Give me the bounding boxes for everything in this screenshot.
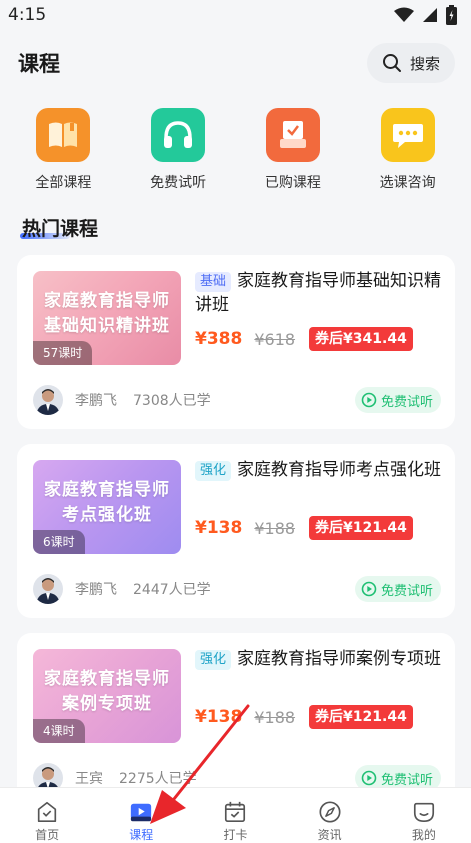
coupon-price: 券后¥341.44 <box>309 327 413 351</box>
page-title: 课程 <box>18 52 60 76</box>
compass-icon <box>319 801 341 823</box>
tab-home[interactable]: 首页 <box>0 788 94 843</box>
search-label: 搜索 <box>409 54 440 73</box>
header: 课程 搜索 <box>0 38 471 88</box>
teacher-name: 李鹏飞 <box>75 582 117 598</box>
original-price: ¥188 <box>254 518 296 538</box>
search-button[interactable]: 搜索 <box>367 43 455 83</box>
coupon-price: 券后¥121.44 <box>309 705 413 729</box>
free-trial-button[interactable]: 免费试听 <box>354 576 441 602</box>
teacher-row: 李鹏飞 2447人已学 免费试听 <box>33 574 441 604</box>
quick-menu: 全部课程 免费试听 已购课程 选课咨询 <box>0 108 471 198</box>
avatar <box>33 574 63 604</box>
tab-checkin[interactable]: 打卡 <box>188 788 282 843</box>
course-title: 基础 家庭教育指导师基础知识精讲班 <box>195 271 442 315</box>
course-card[interactable]: 家庭教育指导师 基础知识精讲班 57课时 基础 家庭教育指导师基础知识精讲班 ¥38… <box>17 255 455 429</box>
course-card[interactable]: 家庭教育指导师 案例专项班 4课时 强化 家庭教育指导师案例专项班 ¥138 ¥18… <box>17 633 455 807</box>
price-row: ¥388 ¥618 券后¥341.44 <box>195 327 413 351</box>
learner-count: 7308人已学 <box>133 393 211 409</box>
course-thumbnail: 家庭教育指导师 基础知识精讲班 57课时 <box>33 271 181 365</box>
price: ¥138 <box>195 518 243 538</box>
lessons-badge: 57课时 <box>33 341 93 365</box>
course-tag: 强化 <box>195 650 232 670</box>
tab-label: 首页 <box>35 828 60 842</box>
quick-item-purchased[interactable]: 已购课程 <box>243 108 343 198</box>
search-icon <box>382 54 401 72</box>
thumbnail-text: 家庭教育指导师 考点强化班 <box>44 480 170 525</box>
free-trial-label: 免费试听 <box>380 583 433 599</box>
quick-item-free-trial[interactable]: 免费试听 <box>128 108 228 198</box>
coupon-price: 券后¥121.44 <box>309 516 413 540</box>
course-tag: 基础 <box>195 272 232 292</box>
section-title: 热门课程 <box>22 218 99 240</box>
price-row: ¥138 ¥188 券后¥121.44 <box>195 516 413 540</box>
calendar-checkin-icon <box>225 801 246 823</box>
quick-label: 已购课程 <box>264 175 321 191</box>
home-icon <box>37 801 57 823</box>
original-price: ¥618 <box>254 329 296 349</box>
play-circle-icon <box>361 770 377 786</box>
status-bar: 4:15 <box>0 0 471 30</box>
free-trial-label: 免费试听 <box>380 772 433 788</box>
free-trial-label: 免费试听 <box>380 394 433 410</box>
book-icon <box>36 108 91 162</box>
lessons-badge: 4课时 <box>33 719 85 743</box>
teacher-name: 李鹏飞 <box>75 393 117 409</box>
video-course-icon <box>131 803 152 822</box>
tab-label: 我的 <box>411 828 436 842</box>
chat-bubble-icon <box>380 108 435 162</box>
purchased-box-icon <box>265 108 320 162</box>
headphones-icon <box>151 108 206 162</box>
tab-label: 资讯 <box>317 828 342 842</box>
quick-item-consult[interactable]: 选课咨询 <box>358 108 458 198</box>
free-trial-button[interactable]: 免费试听 <box>354 387 441 413</box>
quick-item-all-courses[interactable]: 全部课程 <box>13 108 113 198</box>
course-thumbnail: 家庭教育指导师 案例专项班 4课时 <box>33 649 181 743</box>
tab-label: 打卡 <box>223 828 248 842</box>
quick-label: 选课咨询 <box>379 175 436 191</box>
signal-icon <box>423 8 437 22</box>
learner-count: 2275人已学 <box>119 771 197 787</box>
tab-profile[interactable]: 我的 <box>377 788 471 843</box>
course-card[interactable]: 家庭教育指导师 考点强化班 6课时 强化 家庭教育指导师考点强化班 ¥138 ¥18… <box>17 444 455 618</box>
wifi-icon <box>394 7 414 22</box>
status-time: 4:15 <box>8 5 47 25</box>
tab-label: 课程 <box>129 828 154 842</box>
course-tag: 强化 <box>195 461 232 481</box>
lessons-badge: 6课时 <box>33 530 85 554</box>
tab-courses[interactable]: 课程 <box>94 788 188 843</box>
quick-label: 全部课程 <box>35 175 92 191</box>
tab-news[interactable]: 资讯 <box>283 788 377 843</box>
play-circle-icon <box>361 581 377 597</box>
play-circle-icon <box>361 392 377 408</box>
original-price: ¥188 <box>254 707 296 727</box>
price: ¥138 <box>195 707 243 727</box>
thumbnail-text: 家庭教育指导师 基础知识精讲班 <box>44 291 170 336</box>
teacher-name: 王宾 <box>75 771 103 787</box>
course-title: 强化 家庭教育指导师案例专项班 <box>195 647 445 671</box>
quick-label: 免费试听 <box>150 175 207 191</box>
course-title: 强化 家庭教育指导师考点强化班 <box>195 458 445 482</box>
teacher-row: 李鹏飞 7308人已学 免费试听 <box>33 385 441 415</box>
thumbnail-text: 家庭教育指导师 案例专项班 <box>44 669 170 714</box>
profile-icon <box>413 802 434 823</box>
status-icons <box>394 5 457 25</box>
battery-icon <box>446 5 457 25</box>
avatar <box>33 385 63 415</box>
bottom-tab-bar: 首页 课程 打卡 资讯 我的 <box>0 787 471 843</box>
course-thumbnail: 家庭教育指导师 考点强化班 6课时 <box>33 460 181 554</box>
price-row: ¥138 ¥188 券后¥121.44 <box>195 705 413 729</box>
learner-count: 2447人已学 <box>133 582 211 598</box>
price: ¥388 <box>195 329 243 349</box>
